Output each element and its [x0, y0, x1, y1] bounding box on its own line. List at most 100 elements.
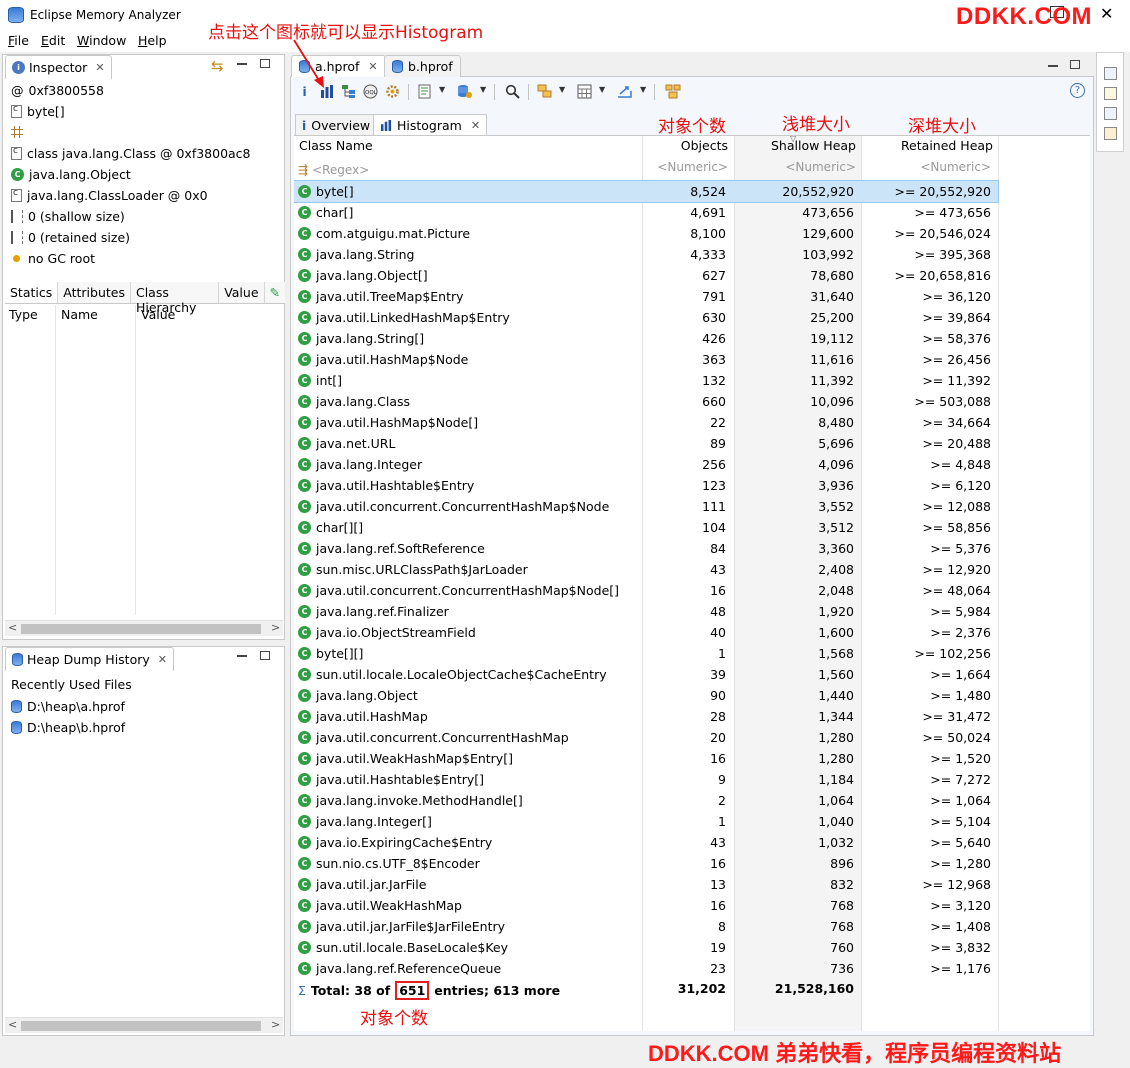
filter-retained[interactable]: <Numeric>: [863, 160, 991, 180]
table-row[interactable]: Cjava.lang.Integer[] 1 1,040 >= 5,104: [294, 811, 998, 832]
search-icon[interactable]: [504, 83, 521, 100]
help-icon[interactable]: ?: [1070, 83, 1085, 98]
dropdown-arrow-icon[interactable]: ▼: [640, 85, 646, 94]
table-row[interactable]: Cjava.lang.String 4,333 103,992 >= 395,368: [294, 244, 998, 265]
scroll-left-icon[interactable]: <: [8, 621, 17, 634]
oql-icon[interactable]: OQL: [362, 83, 379, 100]
filter-objects[interactable]: <Numeric>: [644, 160, 728, 180]
table-row[interactable]: Csun.nio.cs.UTF_8$Encoder 16 896 >= 1,280: [294, 853, 998, 874]
table-row[interactable]: Cjava.io.ExpiringCache$Entry 43 1,032 >= 5,…: [294, 832, 998, 853]
table-row[interactable]: Cjava.util.WeakHashMap 16 768 >= 3,120: [294, 895, 998, 916]
inspector-row[interactable]: @0xf3800558: [11, 80, 104, 100]
tab-statics[interactable]: Statics: [5, 282, 59, 303]
dropdown-arrow-icon[interactable]: ▼: [439, 85, 445, 94]
total-row[interactable]: Σ Total: 38 of 651 entries; 613 more 31,…: [294, 978, 998, 1000]
tab-value[interactable]: Value: [219, 282, 265, 303]
dropdown-arrow-icon[interactable]: ▼: [599, 85, 605, 94]
header-class-name[interactable]: Class Name: [299, 138, 373, 158]
table-row[interactable]: Cbyte[] 8,524 20,552,920 >= 20,552,920: [294, 180, 999, 203]
table-row[interactable]: Cjava.net.URL 89 5,696 >= 20,488: [294, 433, 998, 454]
close-tab-icon[interactable]: ✕: [368, 60, 377, 73]
minimize-icon[interactable]: [237, 63, 247, 65]
table-row[interactable]: Cjava.lang.String[] 426 19,112 >= 58,376: [294, 328, 998, 349]
dropdown-arrow-icon[interactable]: ▼: [480, 85, 486, 94]
inspector-row[interactable]: no GC root: [11, 248, 95, 268]
close-tab-icon[interactable]: ✕: [471, 119, 480, 132]
minimize-icon[interactable]: [237, 655, 247, 657]
compare-basket-icon[interactable]: [1104, 127, 1117, 140]
table-row[interactable]: Cjava.lang.ref.SoftReference 84 3,360 >= 5,…: [294, 538, 998, 559]
minimize-icon[interactable]: [1048, 65, 1058, 67]
heap-dump-history-tab[interactable]: Heap Dump History ✕: [5, 647, 174, 671]
scroll-left-icon[interactable]: <: [8, 1018, 17, 1031]
tab-histogram[interactable]: Histogram ✕: [373, 114, 488, 135]
table-row[interactable]: Cjava.util.Hashtable$Entry[] 9 1,184 >= 7,2…: [294, 769, 998, 790]
close-window-icon[interactable]: ✕: [1100, 4, 1113, 23]
filter-shallow[interactable]: <Numeric>: [736, 160, 856, 180]
table-row[interactable]: Cjava.io.ObjectStreamField 40 1,600 >= 2,37…: [294, 622, 998, 643]
table-row[interactable]: Cjava.util.Hashtable$Entry 123 3,936 >= 6,1…: [294, 475, 998, 496]
table-row[interactable]: Cchar[][] 104 3,512 >= 58,856: [294, 517, 998, 538]
scroll-right-icon[interactable]: >: [271, 1018, 280, 1031]
pin-icon[interactable]: ✎: [264, 282, 285, 303]
maximize-view-icon[interactable]: [260, 59, 270, 68]
table-row[interactable]: Cjava.lang.ref.ReferenceQueue 23 736 >= 1,1…: [294, 958, 998, 979]
table-row[interactable]: Cint[] 132 11,392 >= 11,392: [294, 370, 998, 391]
header-retained-heap[interactable]: Retained Heap: [863, 138, 993, 158]
table-row[interactable]: Ccom.atguigu.mat.Picture 8,100 129,600 >= 2…: [294, 223, 998, 244]
close-tab-icon[interactable]: ✕: [158, 653, 167, 666]
column-name[interactable]: Name: [61, 307, 98, 322]
inspector-row[interactable]: [11, 122, 28, 142]
close-tab-icon[interactable]: ✕: [95, 61, 104, 74]
editor-tab-b[interactable]: b.hprof: [384, 55, 461, 77]
menu-window[interactable]: Window: [77, 33, 126, 48]
table-row[interactable]: Cjava.lang.Class 660 10,096 >= 503,088: [294, 391, 998, 412]
history-file-a[interactable]: D:\heap\a.hprof: [11, 696, 125, 716]
scroll-thumb[interactable]: [21, 624, 261, 634]
scroll-thumb[interactable]: [21, 1021, 261, 1031]
table-row[interactable]: Cjava.util.concurrent.ConcurrentHashMap 2…: [294, 727, 998, 748]
table-row[interactable]: Cjava.util.jar.JarFile$JarFileEntry 8 768 >…: [294, 916, 998, 937]
filter-class-name[interactable]: ⇶ <Regex>: [298, 160, 369, 180]
table-row[interactable]: Cjava.util.TreeMap$Entry 791 31,640 >= 36,1…: [294, 286, 998, 307]
calculator-icon[interactable]: [576, 83, 593, 100]
table-row[interactable]: Csun.util.locale.BaseLocale$Key 19 760 >= 3…: [294, 937, 998, 958]
dominator-tree-icon[interactable]: [340, 83, 357, 100]
history-scrollbar[interactable]: < >: [5, 1017, 283, 1033]
inspector-row[interactable]: Cjava.lang.Object: [11, 164, 131, 184]
inspector-row[interactable]: 0 (shallow size): [11, 206, 125, 226]
table-row[interactable]: Cjava.lang.Object[] 627 78,680 >= 20,658,81…: [294, 265, 998, 286]
notes-icon[interactable]: [1104, 87, 1117, 100]
maximize-view-icon[interactable]: [1070, 60, 1080, 69]
table-row[interactable]: Cjava.util.concurrent.ConcurrentHashMap$…: [294, 496, 998, 517]
header-objects[interactable]: Objects: [644, 138, 728, 158]
inspector-tab[interactable]: i Inspector ✕: [5, 55, 112, 79]
report-icon[interactable]: [416, 83, 433, 100]
table-row[interactable]: Cjava.lang.Object 90 1,440 >= 1,480: [294, 685, 998, 706]
navigation-icon[interactable]: [1104, 107, 1117, 120]
inspector-row[interactable]: class java.lang.Class @ 0xf3800ac8: [11, 143, 251, 163]
menu-edit[interactable]: Edit: [41, 33, 65, 48]
inspector-row[interactable]: byte[]: [11, 101, 65, 121]
column-type[interactable]: Type: [9, 307, 38, 322]
inspector-row[interactable]: java.lang.ClassLoader @ 0x0: [11, 185, 208, 205]
dropdown-arrow-icon[interactable]: ▼: [559, 85, 565, 94]
table-row[interactable]: Cjava.util.LinkedHashMap$Entry 630 25,200 >…: [294, 307, 998, 328]
tab-attributes[interactable]: Attributes: [58, 282, 131, 303]
query-browser-icon[interactable]: [456, 83, 473, 100]
table-row[interactable]: Cjava.util.jar.JarFile 13 832 >= 12,968: [294, 874, 998, 895]
table-row[interactable]: Cjava.lang.Integer 256 4,096 >= 4,848: [294, 454, 998, 475]
inspector-row[interactable]: 0 (retained size): [11, 227, 130, 247]
maximize-view-icon[interactable]: [260, 651, 270, 660]
table-row[interactable]: Cjava.lang.ref.Finalizer 48 1,920 >= 5,984: [294, 601, 998, 622]
table-row[interactable]: Cjava.util.HashMap$Node 363 11,616 >= 26,45…: [294, 349, 998, 370]
table-row[interactable]: Cjava.util.concurrent.ConcurrentHashMap$…: [294, 580, 998, 601]
table-row[interactable]: Cjava.lang.invoke.MethodHandle[] 2 1,064 >=…: [294, 790, 998, 811]
table-row[interactable]: Csun.misc.URLClassPath$JarLoader 43 2,408 >…: [294, 559, 998, 580]
column-value[interactable]: Value: [141, 307, 175, 322]
table-row[interactable]: Cjava.util.HashMap$Node[] 22 8,480 >= 34,66…: [294, 412, 998, 433]
restore-icon[interactable]: [1104, 67, 1117, 80]
link-icon[interactable]: ⇆: [211, 57, 224, 75]
tab-overview[interactable]: i Overview: [295, 114, 378, 135]
table-row[interactable]: Csun.util.locale.LocaleObjectCache$Cache…: [294, 664, 998, 685]
